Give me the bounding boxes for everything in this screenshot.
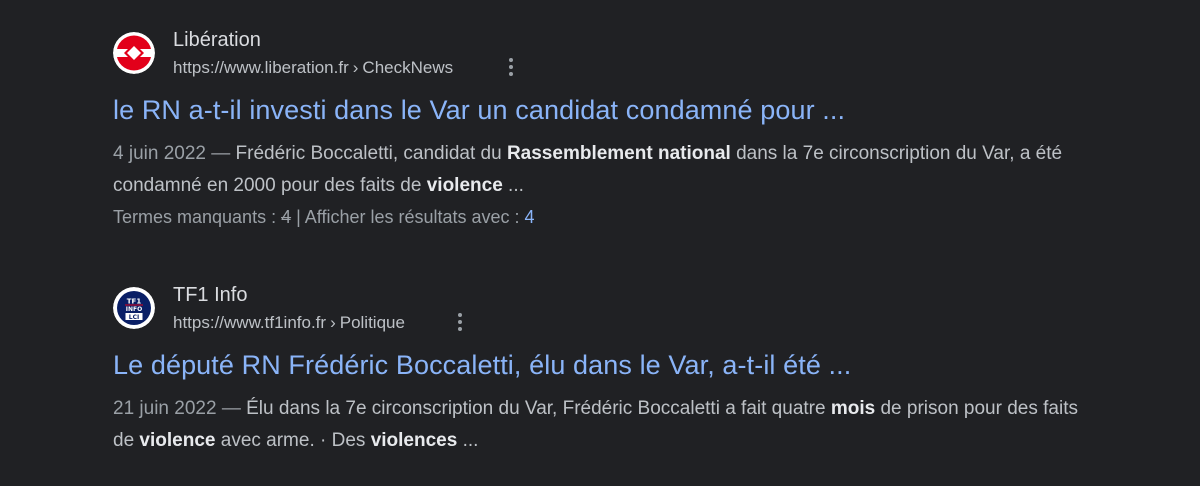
tf1-info-favicon-icon: TF1 INFO LCI: [113, 287, 155, 329]
breadcrumb-separator: ›: [330, 313, 336, 332]
snippet-text: ...: [502, 175, 524, 196]
search-result: TF1 INFO LCI TF1 Info https://www.tf1inf…: [113, 281, 1113, 457]
breadcrumb: CheckNews: [362, 58, 454, 77]
site-name: Libération: [173, 29, 261, 51]
more-options-icon[interactable]: [454, 312, 466, 332]
favicon-tf1-text: TF1: [127, 298, 142, 306]
result-title-link[interactable]: le RN a-t-il investi dans le Var un cand…: [113, 92, 1113, 128]
date-dash: —: [205, 143, 236, 164]
result-source[interactable]: TF1 INFO LCI TF1 Info https://www.tf1inf…: [113, 281, 1113, 339]
show-results-with-link[interactable]: 4: [525, 207, 535, 227]
snippet-highlight: mois: [830, 398, 876, 419]
result-snippet: 21 juin 2022 — Élu dans la 7e circonscri…: [113, 393, 1103, 457]
snippet-text: ...: [457, 430, 479, 451]
favicon-info-text: INFO: [126, 306, 142, 313]
favicon-lci-text: LCI: [129, 314, 139, 321]
breadcrumb: Politique: [339, 313, 405, 332]
snippet-highlight: Rassemblement national: [506, 143, 731, 164]
site-url: https://www.tf1info.fr › Politique: [173, 313, 405, 333]
breadcrumb-separator: ›: [352, 58, 359, 77]
result-date: 21 juin 2022: [113, 398, 217, 419]
url-text: https://www.liberation.fr: [173, 58, 349, 77]
url-text: https://www.tf1info.fr: [173, 313, 327, 332]
missing-terms-label: Termes manquants :: [113, 207, 282, 227]
snippet-text: Frédéric Boccaletti, candidat du: [235, 143, 507, 164]
more-options-icon[interactable]: [505, 57, 517, 77]
snippet-text: avec arme. · Des: [215, 430, 371, 451]
snippet-highlight: violences: [370, 430, 458, 451]
result-date: 4 juin 2022: [113, 143, 206, 164]
result-title-link[interactable]: Le député RN Frédéric Boccaletti, élu da…: [113, 347, 1113, 383]
result-snippet: 4 juin 2022 — Frédéric Boccaletti, candi…: [113, 138, 1103, 202]
snippet-highlight: violence: [426, 175, 503, 196]
date-dash: —: [216, 398, 247, 419]
missing-terms: Termes manquants : 4 | Afficher les résu…: [113, 202, 1113, 232]
show-results-with-label: Afficher les résultats avec :: [304, 207, 525, 227]
result-source[interactable]: Libération https://www.liberation.fr › Che…: [113, 26, 1113, 84]
search-results-page: Libération https://www.liberation.fr › Che…: [0, 0, 1200, 486]
search-result: Libération https://www.liberation.fr › Che…: [113, 26, 1113, 232]
missing-term: 4: [281, 207, 292, 227]
snippet-highlight: violence: [139, 430, 216, 451]
liberation-favicon-icon: [113, 32, 155, 74]
snippet-text: Élu dans la 7e circonscription du Var, F…: [246, 398, 831, 419]
site-url: https://www.liberation.fr › CheckNews: [173, 58, 453, 78]
missing-terms-separator: |: [291, 207, 305, 227]
site-name: TF1 Info: [173, 284, 248, 306]
